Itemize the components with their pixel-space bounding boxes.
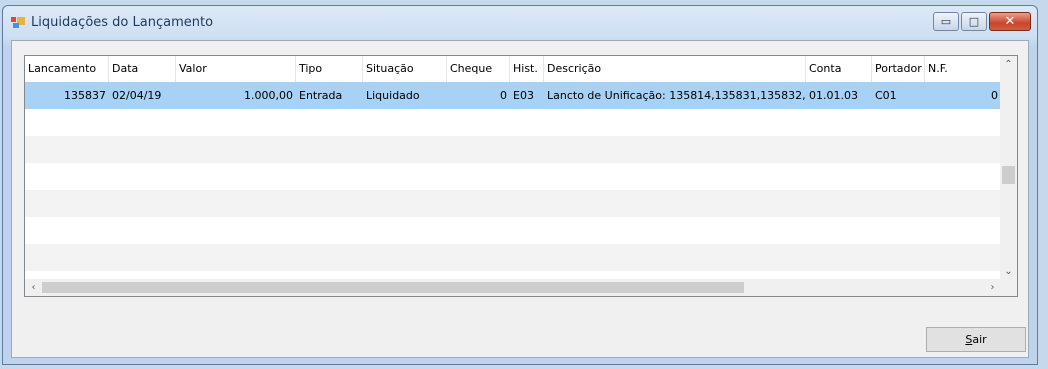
client-area: Lancamento Data Valor Tipo Situação Cheq…	[11, 40, 1029, 358]
dialog-window: Liquidações do Lançamento ▭ □ ✕ Lancamen…	[2, 5, 1038, 365]
cell-descricao[interactable]: Lancto de Unificação: 135814,135831,1358…	[544, 82, 806, 109]
column-header-situacao[interactable]: Situação	[363, 56, 447, 82]
grid-header: Lancamento Data Valor Tipo Situação Cheq…	[25, 56, 1001, 82]
column-header-data[interactable]: Data	[109, 56, 176, 82]
empty-row	[25, 163, 1001, 190]
close-icon: ✕	[1004, 14, 1016, 29]
table-row[interactable]: 135837 02/04/19 1.000,00 Entrada Liquida…	[25, 82, 1001, 109]
cell-situacao[interactable]: Liquidado	[363, 82, 447, 109]
scrollbar-corner	[1000, 279, 1017, 296]
minimize-button[interactable]: ▭	[933, 12, 959, 31]
column-header-tipo[interactable]: Tipo	[296, 56, 363, 82]
scroll-left-icon[interactable]: ‹	[25, 279, 42, 296]
scroll-right-icon[interactable]: ›	[984, 279, 1001, 296]
app-icon	[11, 17, 25, 28]
empty-row	[25, 190, 1001, 217]
column-header-hist[interactable]: Hist.	[510, 56, 544, 82]
column-header-valor[interactable]: Valor	[176, 56, 296, 82]
column-header-portador[interactable]: Portador	[872, 56, 925, 82]
data-grid[interactable]: Lancamento Data Valor Tipo Situação Cheq…	[24, 55, 1018, 297]
horizontal-scrollbar[interactable]: ‹ ›	[25, 279, 1001, 296]
empty-row	[25, 217, 1001, 244]
cell-lancamento[interactable]: 135837	[25, 82, 109, 109]
cell-tipo[interactable]: Entrada	[296, 82, 363, 109]
vertical-scroll-thumb[interactable]	[1002, 166, 1015, 184]
maximize-button[interactable]: □	[961, 12, 987, 31]
cell-hist[interactable]: E03	[510, 82, 544, 109]
column-header-conta[interactable]: Conta	[806, 56, 872, 82]
close-button[interactable]: ✕	[989, 12, 1031, 31]
scroll-down-icon[interactable]: ⌄	[1000, 263, 1017, 280]
cell-data[interactable]: 02/04/19	[109, 82, 176, 109]
column-header-nf[interactable]: N.F.	[925, 56, 1001, 82]
horizontal-scroll-thumb[interactable]	[42, 282, 744, 293]
cell-nf[interactable]: 0	[925, 82, 1001, 109]
maximize-icon: □	[968, 15, 980, 28]
cell-cheque[interactable]: 0	[447, 82, 510, 109]
sair-label: air	[972, 333, 987, 346]
empty-row	[25, 109, 1001, 136]
sair-button[interactable]: Sair	[926, 327, 1026, 352]
window-title: Liquidações do Lançamento	[31, 15, 214, 30]
empty-row	[25, 244, 1001, 271]
column-header-cheque[interactable]: Cheque	[447, 56, 510, 82]
empty-row	[25, 136, 1001, 163]
grid-viewport: Lancamento Data Valor Tipo Situação Cheq…	[25, 56, 1001, 280]
column-header-lancamento[interactable]: Lancamento	[25, 56, 109, 82]
cell-portador[interactable]: C01	[872, 82, 925, 109]
cell-conta[interactable]: 01.01.03	[806, 82, 872, 109]
scroll-up-icon[interactable]: ⌃	[1000, 56, 1017, 73]
cell-valor[interactable]: 1.000,00	[176, 82, 296, 109]
minimize-icon: ▭	[940, 15, 952, 28]
title-bar[interactable]: Liquidações do Lançamento ▭ □ ✕	[3, 6, 1037, 40]
column-header-descricao[interactable]: Descrição	[544, 56, 806, 82]
vertical-scrollbar[interactable]: ⌃ ⌄	[1000, 56, 1017, 280]
